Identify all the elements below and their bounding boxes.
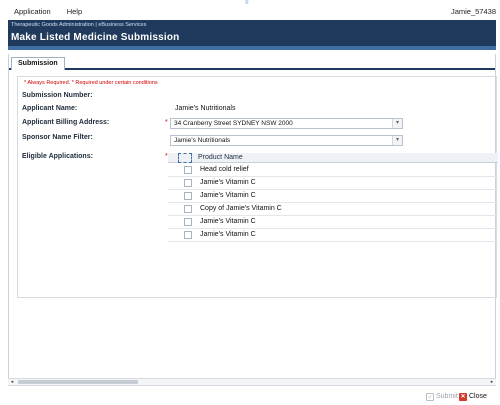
sponsor-filter-select[interactable]: Jamie's Nutritionals ▾ xyxy=(170,135,403,146)
product-name: Copy of Jamie's Vitamin C xyxy=(200,205,282,212)
close-label: Close xyxy=(469,393,487,400)
sponsor-filter-value: Jamie's Nutritionals xyxy=(174,137,231,144)
submission-form: * Always Required. * Required under cert… xyxy=(17,76,498,298)
billing-address-label: Applicant Billing Address: xyxy=(22,119,110,126)
close-icon: ✕ xyxy=(459,392,467,401)
billing-address-value: 34 Cranberry Street SYDNEY NSW 2000 xyxy=(174,120,293,127)
submit-label: Submit xyxy=(436,393,458,400)
close-button[interactable]: ✕ Close xyxy=(459,391,487,402)
legend-conditional: * Required under certain conditions xyxy=(71,80,158,86)
row-checkbox[interactable] xyxy=(184,218,192,226)
applicant-name-value: Jamie's Nutritionals xyxy=(175,105,236,112)
scroll-left-icon[interactable]: ◂ xyxy=(8,379,16,385)
product-name: Jamie's Vitamin C xyxy=(200,179,256,186)
table-row: Copy of Jamie's Vitamin C xyxy=(168,203,498,216)
select-all-checkbox[interactable] xyxy=(178,153,192,163)
table-row: Head cold relief xyxy=(168,164,498,177)
row-checkbox[interactable] xyxy=(184,231,192,239)
menu-application[interactable]: Application xyxy=(14,7,51,16)
table-row: Jamie's Vitamin C xyxy=(168,177,498,190)
row-checkbox[interactable] xyxy=(184,166,192,174)
main-panel: Submission * Always Required. * Required… xyxy=(8,54,498,384)
tab-strip: Submission xyxy=(9,54,495,70)
table-row: Jamie's Vitamin C xyxy=(168,229,498,242)
footer-bar: ✓ Submit ✕ Close xyxy=(8,388,496,404)
horizontal-scrollbar[interactable]: ◂ ▸ xyxy=(8,378,496,386)
grid-header: Product Name xyxy=(168,153,498,163)
product-name: Jamie's Vitamin C xyxy=(200,218,256,225)
billing-address-select[interactable]: 34 Cranberry Street SYDNEY NSW 2000 ▾ xyxy=(170,118,403,129)
submit-icon: ✓ xyxy=(426,392,434,401)
product-name: Jamie's Vitamin C xyxy=(200,231,256,238)
menu-bar: Application Help Jamie_57438 xyxy=(4,5,496,18)
eligible-applications-grid: Product Name Head cold relief Jamie's Vi… xyxy=(168,153,498,261)
scroll-thumb[interactable] xyxy=(18,380,138,384)
billing-required-marker: * xyxy=(165,119,168,126)
chevron-down-icon[interactable]: ▾ xyxy=(392,136,402,145)
organisation-name: Therapeutic Goods Administration | eBusi… xyxy=(11,22,147,28)
eligible-applications-label: Eligible Applications: xyxy=(22,153,93,160)
product-name: Head cold relief xyxy=(200,166,249,173)
applicant-name-label: Applicant Name: xyxy=(22,105,78,112)
row-checkbox[interactable] xyxy=(184,205,192,213)
scroll-right-icon[interactable]: ▸ xyxy=(488,379,496,385)
sponsor-filter-label: Sponsor Name Filter: xyxy=(22,134,93,141)
page-title: Make Listed Medicine Submission xyxy=(11,32,180,43)
product-name: Jamie's Vitamin C xyxy=(200,192,256,199)
menu-help[interactable]: Help xyxy=(67,7,82,16)
row-checkbox[interactable] xyxy=(184,179,192,187)
table-row: Jamie's Vitamin C xyxy=(168,190,498,203)
product-name-header: Product Name xyxy=(198,154,243,161)
submission-number-label: Submission Number: xyxy=(22,92,93,99)
legend-always: * Always Required. xyxy=(24,80,71,86)
chevron-down-icon[interactable]: ▾ xyxy=(392,119,402,128)
submit-button[interactable]: ✓ Submit xyxy=(426,391,458,402)
tab-submission[interactable]: Submission xyxy=(11,57,65,70)
page-banner: Therapeutic Goods Administration | eBusi… xyxy=(8,20,496,50)
required-legend: * Always Required. * Required under cert… xyxy=(24,80,158,86)
user-name: Jamie_57438 xyxy=(450,7,496,16)
row-checkbox[interactable] xyxy=(184,192,192,200)
table-row: Jamie's Vitamin C xyxy=(168,216,498,229)
